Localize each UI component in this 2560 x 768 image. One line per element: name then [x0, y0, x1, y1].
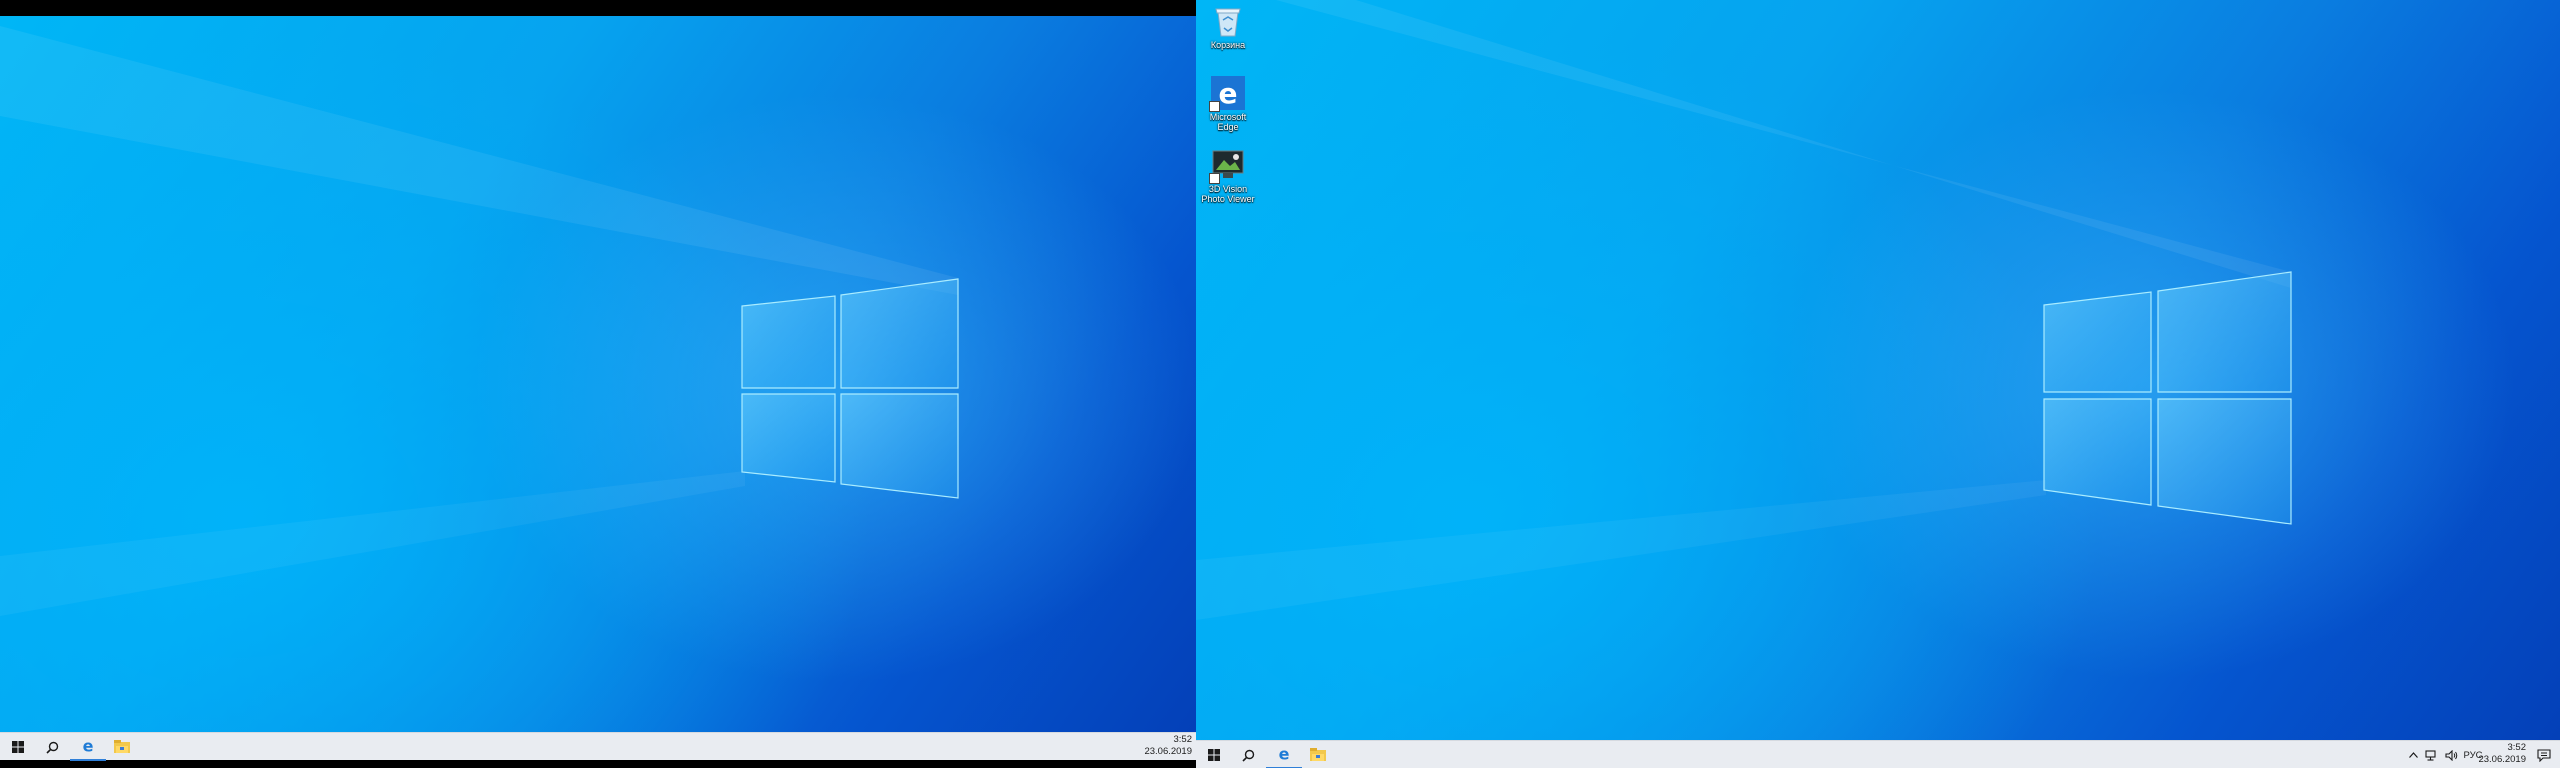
folder-icon — [1310, 748, 1326, 761]
chevron-up-icon — [2408, 752, 2418, 758]
desktop-icon-3d-vision-photo-viewer[interactable]: 3D Vision Photo Viewer — [1200, 148, 1256, 204]
edge-icon: e — [83, 738, 94, 754]
network-button[interactable] — [2422, 741, 2440, 768]
left-monitor: e 3:52 23.06.2019 — [0, 0, 1196, 768]
search-icon — [45, 741, 58, 754]
taskbar-app-edge[interactable]: e — [70, 733, 106, 761]
show-hidden-icons-button[interactable] — [2406, 741, 2420, 768]
edge-icon: e — [1209, 76, 1245, 112]
search-icon — [1241, 749, 1254, 762]
windows-start-icon — [12, 741, 24, 753]
clock-date: 23.06.2019 — [2478, 754, 2526, 765]
action-center-button[interactable] — [2532, 741, 2556, 768]
windows-logo-wallpaper — [1196, 0, 2292, 620]
recycle-bin-icon — [1211, 4, 1245, 38]
clock-date: 23.06.2019 — [1144, 746, 1192, 757]
svg-text:e: e — [83, 738, 94, 754]
taskbar-app-file-explorer[interactable] — [1300, 741, 1336, 768]
desktop-icon-label: 3D Vision Photo Viewer — [1201, 184, 1255, 204]
search-button[interactable] — [1230, 741, 1266, 768]
photo-viewer-icon — [1209, 148, 1245, 184]
folder-icon — [114, 740, 130, 753]
windows-logo-wallpaper — [0, 26, 959, 616]
volume-icon — [2444, 749, 2457, 761]
edge-icon: e — [1279, 746, 1290, 762]
search-button[interactable] — [34, 733, 70, 761]
desktop-wallpaper — [0, 16, 1196, 732]
volume-button[interactable] — [2442, 741, 2460, 768]
clock-time: 3:52 — [2507, 742, 2527, 753]
shortcut-arrow-icon — [1209, 101, 1220, 112]
taskbar: e РУС 3:52 23.06.2019 — [1196, 740, 2560, 768]
svg-text:e: e — [1219, 77, 1238, 110]
clock-time: 3:52 — [1173, 734, 1193, 745]
start-button[interactable] — [0, 733, 36, 761]
windows-start-icon — [1208, 749, 1220, 761]
desktop-icon-microsoft-edge[interactable]: e Microsoft Edge — [1200, 76, 1256, 132]
network-icon — [2424, 749, 2436, 761]
desktop-icon-label: Microsoft Edge — [1209, 112, 1247, 132]
start-button[interactable] — [1196, 741, 1232, 768]
desktop-icon-label: Корзина — [1210, 40, 1246, 50]
svg-text:e: e — [1279, 746, 1290, 762]
right-monitor: Корзина e Microsoft Edge 3D Vision Photo… — [1196, 0, 2560, 768]
taskbar: e 3:52 23.06.2019 — [0, 732, 1196, 761]
desktop-wallpaper — [1196, 0, 2560, 740]
taskbar-app-file-explorer[interactable] — [104, 733, 140, 761]
system-clock[interactable]: 3:52 23.06.2019 — [2478, 742, 2526, 766]
taskbar-app-edge[interactable]: e — [1266, 741, 1302, 768]
shortcut-arrow-icon — [1209, 173, 1220, 184]
notification-icon — [2537, 748, 2551, 762]
desktop-icon-recycle-bin[interactable]: Корзина — [1200, 4, 1256, 50]
system-clock[interactable]: 3:52 23.06.2019 — [1144, 734, 1192, 758]
